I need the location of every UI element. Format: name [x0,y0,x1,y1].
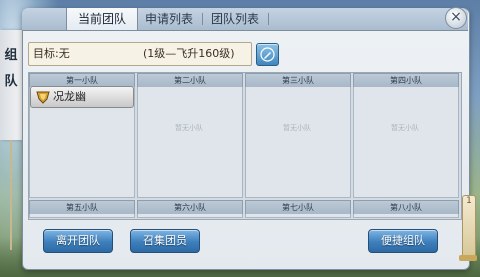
squad-2-empty: 暂无小队 [175,124,203,132]
gather-members-button[interactable]: 召集团员 [130,229,200,253]
squad-6-body[interactable] [137,214,243,218]
squad-5-header: 第五小队 [29,200,135,215]
side-banner: 组 队 [0,30,23,140]
edit-target-button[interactable] [256,43,279,66]
close-icon: × [450,9,462,25]
quick-team-button[interactable]: 便捷组队 [368,229,438,253]
squad-3-body[interactable] [245,87,351,198]
squad-5-body[interactable] [29,214,135,218]
tab-application-list[interactable]: 申请列表 [137,8,201,30]
target-field: 目标:无 (1级—飞升160级) [28,42,252,66]
squad-6-header: 第六小队 [137,200,243,215]
page-indicator: 1 [466,196,472,206]
tab-current-team[interactable]: 当前团队 [66,8,138,30]
squad-3-header: 第三小队 [245,73,351,88]
tab-separator [268,13,269,25]
tab-bar: 当前团队 申请列表 团队列表 [22,8,468,31]
squad-4-header: 第四小队 [353,73,459,88]
member-slot[interactable]: 况龙幽 [30,86,134,108]
class-emblem-icon [36,91,50,104]
squad-4-empty: 暂无小队 [391,124,419,132]
banner-rope [10,140,12,250]
tab-team-list[interactable]: 团队列表 [203,8,267,30]
squad-7-body[interactable] [245,214,351,218]
side-banner-char-2: 队 [4,74,18,89]
member-name: 况龙幽 [53,90,86,103]
squad-2-body[interactable] [137,87,243,198]
target-label: 目标:无 [33,47,70,60]
squad-7-header: 第七小队 [245,200,351,215]
side-banner-char-1: 组 [4,48,18,63]
target-level-range: (1级—飞升160级) [143,47,235,60]
squad-4-body[interactable] [353,87,459,198]
squad-2-header: 第二小队 [137,73,243,88]
squad-8-body[interactable] [353,214,459,218]
scroll-base [459,255,477,261]
squad-8-header: 第八小队 [353,200,459,215]
close-button[interactable]: × [445,7,467,29]
pencil-icon [260,47,275,62]
squad-3-empty: 暂无小队 [283,124,311,132]
leave-team-button[interactable]: 离开团队 [43,229,113,253]
